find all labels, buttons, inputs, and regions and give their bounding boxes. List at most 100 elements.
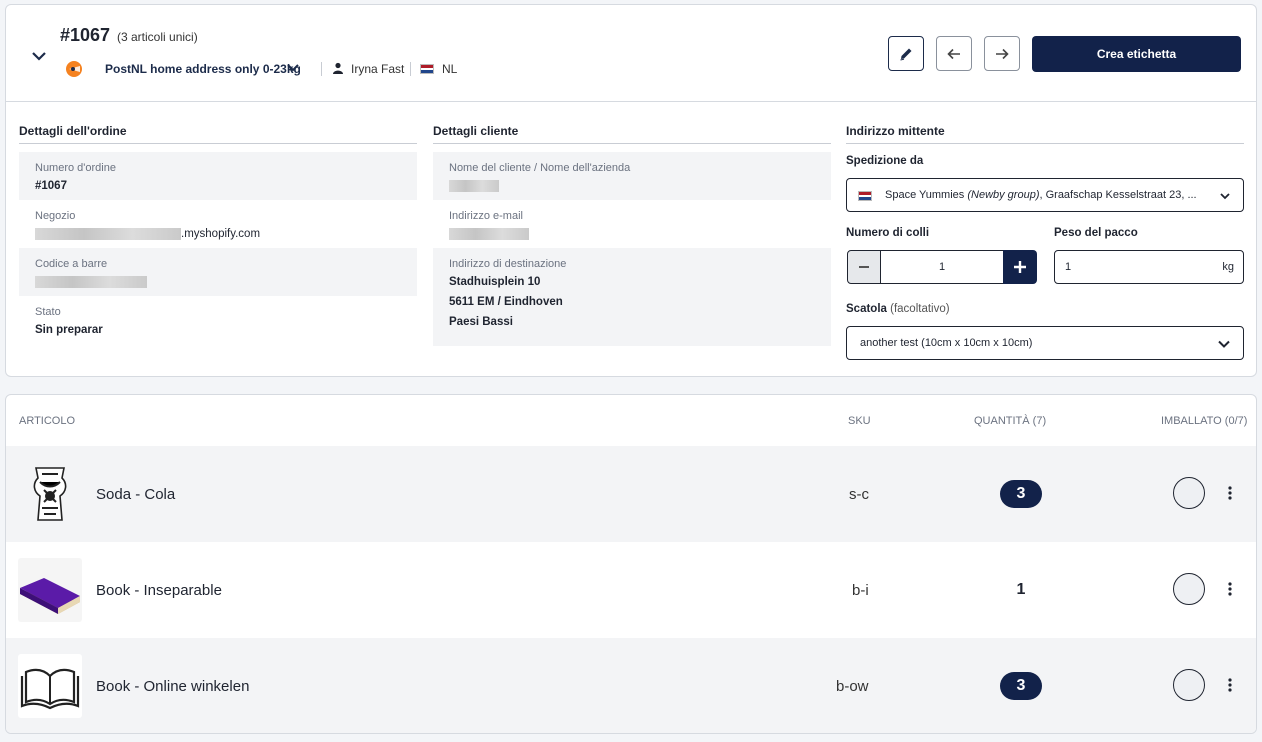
decrease-parcels-button[interactable] xyxy=(847,250,881,284)
address-field: Indirizzo di destinazione Stadhuisplein … xyxy=(433,248,831,346)
person-icon xyxy=(333,62,343,74)
ship-from-address: , Graafschap Kesselstraat 23, ... xyxy=(1039,189,1197,201)
country-code: NL xyxy=(442,62,458,76)
weight-unit: kg xyxy=(1222,261,1234,273)
parcels-label: Numero di colli xyxy=(846,227,930,239)
soda-product-image xyxy=(33,467,67,521)
customer-details-title: Dettagli cliente xyxy=(433,124,519,138)
netherlands-flag-icon xyxy=(858,191,872,201)
order-details-title: Dettagli dell'ordine xyxy=(19,124,127,138)
item-name: Book - Online winkelen xyxy=(96,678,250,695)
table-row: Soda - Cola s-c 3 xyxy=(6,446,1256,542)
status-label: Stato xyxy=(35,306,61,318)
edit-button[interactable] xyxy=(888,36,924,71)
order-number-value: #1067 xyxy=(35,180,67,192)
create-label-button[interactable]: Crea etichetta xyxy=(1032,36,1241,72)
address-line-3: Paesi Bassi xyxy=(449,316,513,328)
redacted-email xyxy=(449,228,529,240)
status-value: Sin preparar xyxy=(35,324,103,336)
product-image xyxy=(18,462,82,526)
column-header-quantity: QUANTITÀ (7) xyxy=(974,415,1047,427)
next-order-button[interactable] xyxy=(984,36,1020,71)
weight-value: 1 xyxy=(1065,261,1072,273)
divider xyxy=(433,143,831,144)
column-header-article: ARTICOLO xyxy=(19,415,76,427)
email-field: Indirizzo e-mail xyxy=(433,200,831,248)
redacted-barcode xyxy=(35,276,147,288)
item-name: Book - Inseparable xyxy=(96,582,222,599)
pencil-icon xyxy=(900,48,912,60)
ship-from-name: Space Yummies xyxy=(885,189,968,201)
column-header-sku: SKU xyxy=(848,415,871,427)
plus-icon xyxy=(1014,261,1026,273)
divider xyxy=(19,143,417,144)
chevron-down-icon[interactable] xyxy=(286,61,300,75)
item-sku: b-ow xyxy=(836,678,869,695)
box-optional-text: (facoltativo) xyxy=(890,303,950,315)
divider xyxy=(410,62,411,76)
email-label: Indirizzo e-mail xyxy=(449,210,523,222)
chevron-down-icon xyxy=(1220,193,1230,200)
chevron-down-icon xyxy=(1218,340,1230,348)
quantity-value: 1 xyxy=(1016,581,1026,598)
packed-toggle[interactable] xyxy=(1173,573,1205,605)
barcode-label: Codice a barre xyxy=(35,258,108,270)
order-header: #1067 (3 articoli unici) PostNL home add… xyxy=(6,5,1256,102)
redacted-customer-name xyxy=(449,180,499,192)
arrow-right-icon xyxy=(996,48,1009,59)
open-book-icon xyxy=(20,668,80,710)
items-table: ARTICOLO SKU QUANTITÀ (7) IMBALLATO (0/7… xyxy=(5,394,1257,734)
order-number-label: Numero d'ordine xyxy=(35,162,116,174)
box-value: another test (10cm x 10cm x 10cm) xyxy=(860,337,1033,349)
netherlands-flag-icon xyxy=(420,64,434,74)
order-number-field: Numero d'ordine #1067 xyxy=(19,152,417,200)
order-unique-items: (3 articoli unici) xyxy=(117,30,198,44)
postnl-logo-icon xyxy=(66,61,82,77)
box-label: Scatola (facoltativo) xyxy=(846,303,950,315)
more-options-icon[interactable] xyxy=(1224,580,1236,598)
box-select[interactable]: another test (10cm x 10cm x 10cm) xyxy=(846,326,1244,360)
ship-from-group: (Newby group) xyxy=(967,189,1040,201)
packed-toggle[interactable] xyxy=(1173,477,1205,509)
ship-from-select[interactable]: Space Yummies (Newby group), Graafschap … xyxy=(846,178,1244,212)
more-options-icon[interactable] xyxy=(1224,484,1236,502)
weight-label: Peso del pacco xyxy=(1054,227,1138,239)
packed-toggle[interactable] xyxy=(1173,669,1205,701)
order-number: #1067 xyxy=(60,25,111,45)
item-sku: s-c xyxy=(849,486,869,503)
column-header-packed: IMBALLATO (0/7) xyxy=(1161,415,1248,427)
quantity-badge: 3 xyxy=(1000,672,1042,700)
ship-from-label: Spedizione da xyxy=(846,155,924,167)
quantity-badge: 3 xyxy=(1000,480,1042,508)
store-label: Negozio xyxy=(35,210,76,222)
book-product-image xyxy=(20,578,80,614)
address-line-1: Stadhuisplein 10 xyxy=(449,276,541,288)
customer-name-label: Nome del cliente / Nome dell'azienda xyxy=(449,162,631,174)
increase-parcels-button[interactable] xyxy=(1003,250,1037,284)
table-row: Book - Inseparable b-i 1 xyxy=(6,542,1256,638)
parcels-input[interactable]: 1 xyxy=(880,250,1004,284)
chevron-down-icon[interactable] xyxy=(28,45,50,67)
previous-order-button[interactable] xyxy=(936,36,972,71)
address-label: Indirizzo di destinazione xyxy=(449,258,567,270)
table-row: Book - Online winkelen b-ow 3 xyxy=(6,638,1256,733)
weight-input[interactable]: 1 kg xyxy=(1054,250,1244,284)
box-label-text: Scatola xyxy=(846,303,887,315)
divider xyxy=(321,62,322,76)
redacted-store-name xyxy=(35,228,181,240)
item-name: Soda - Cola xyxy=(96,486,176,503)
arrow-left-icon xyxy=(947,48,960,59)
more-options-icon[interactable] xyxy=(1224,676,1236,694)
store-field: Negozio .myshopify.com xyxy=(19,200,417,248)
minus-icon xyxy=(859,266,869,268)
divider xyxy=(846,143,1244,144)
carrier-select[interactable]: PostNL home address only 0-23kg xyxy=(105,62,301,76)
barcode-field: Codice a barre xyxy=(19,248,417,296)
item-sku: b-i xyxy=(852,582,869,599)
product-image xyxy=(18,654,82,718)
product-image xyxy=(18,558,82,622)
status-field: Stato Sin preparar xyxy=(19,296,417,344)
address-line-2: 5611 EM / Eindhoven xyxy=(449,296,563,308)
store-domain: .myshopify.com xyxy=(181,228,261,241)
customer-name-field: Nome del cliente / Nome dell'azienda xyxy=(433,152,831,200)
